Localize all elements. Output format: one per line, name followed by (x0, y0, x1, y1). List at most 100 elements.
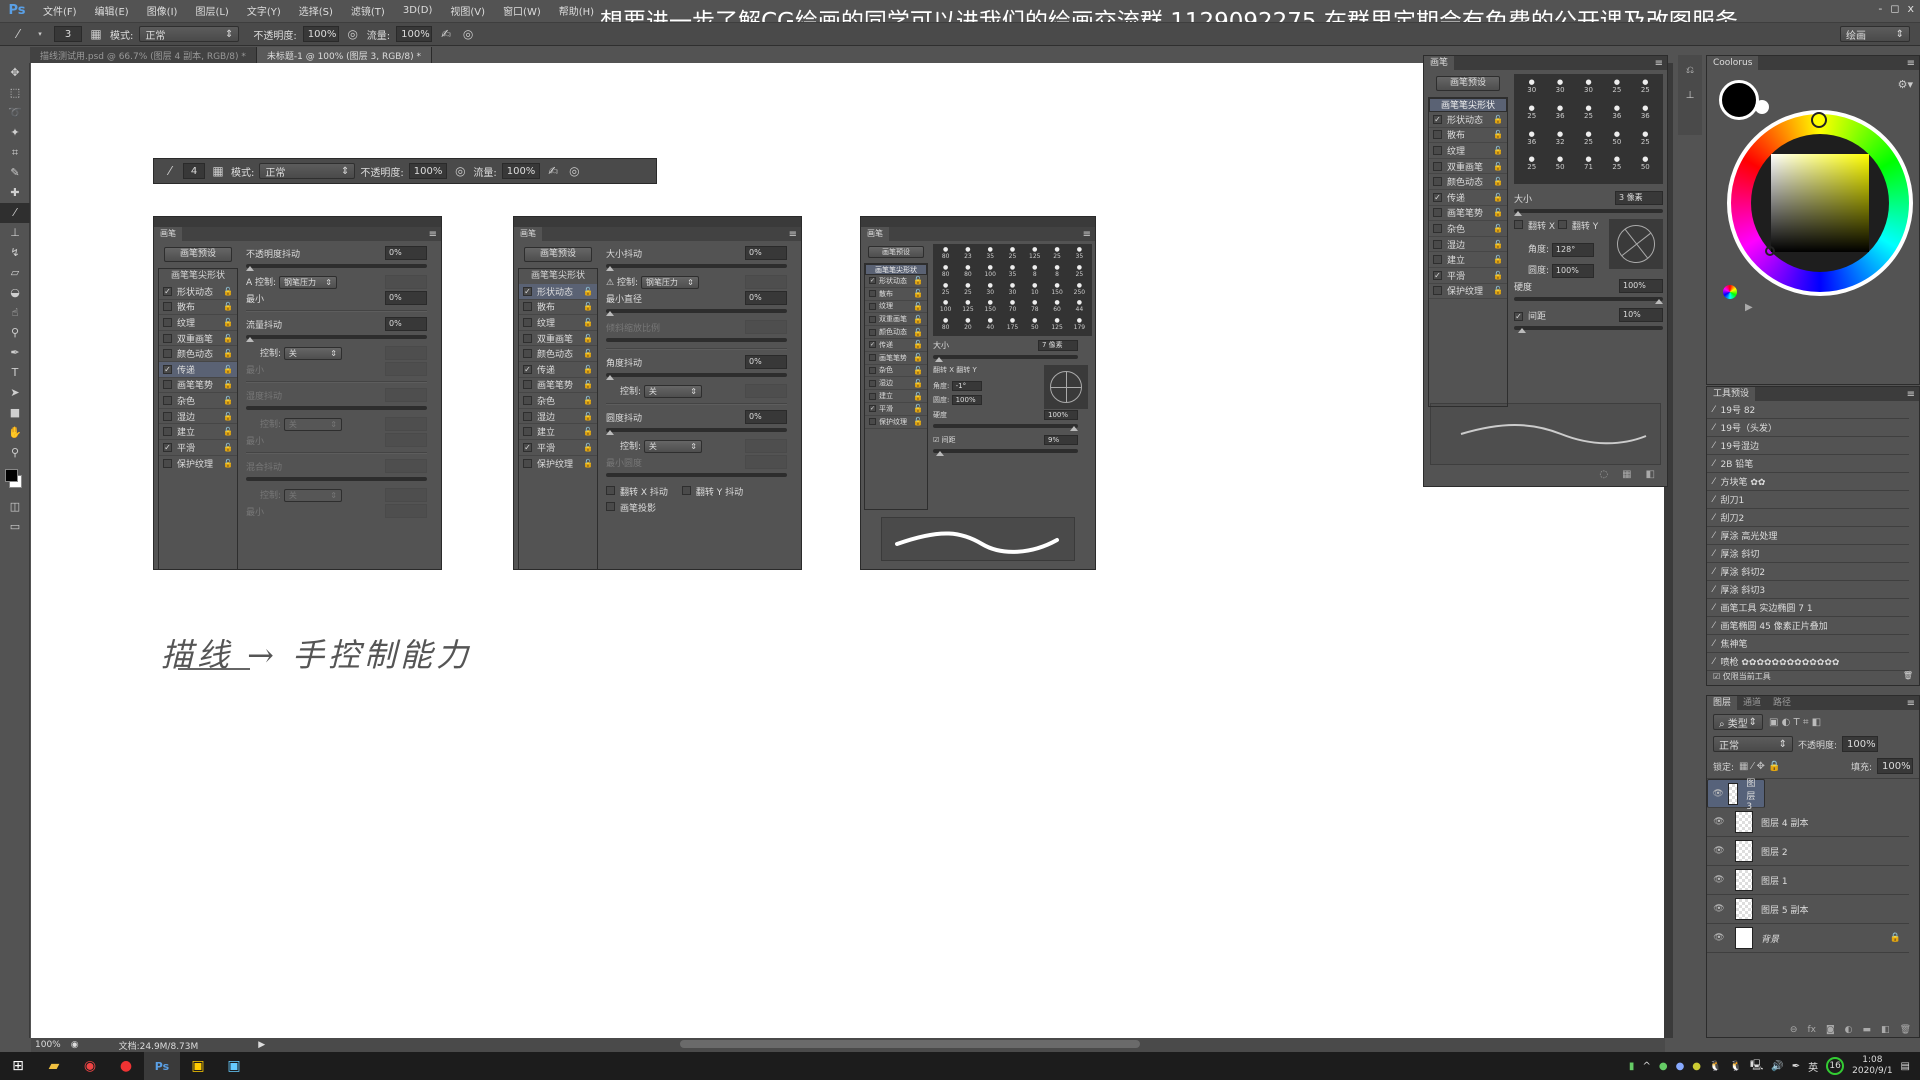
menu-image[interactable]: 图像(I) (138, 3, 187, 18)
layer-opacity-input[interactable]: 100% (1842, 736, 1879, 752)
menu-select[interactable]: 选择(S) (290, 3, 342, 18)
minimize-button[interactable]: - (1878, 2, 1882, 15)
brush-tip-cell[interactable]: ● 50 (1632, 155, 1659, 180)
clone-source-icon[interactable]: ⊥ (1678, 90, 1702, 101)
menu-3d[interactable]: 3D(D) (394, 5, 442, 16)
panel-menu-icon[interactable]: ≡ (1907, 698, 1915, 709)
coolorus-tab[interactable]: Coolorus (1707, 56, 1759, 70)
type-tool-icon[interactable]: T (0, 363, 30, 383)
brush-tip-cell[interactable]: ● 44 (1069, 299, 1090, 316)
brush-tip-cell[interactable]: ● 25 (957, 282, 978, 299)
tool-preset-item[interactable]: ⁄ 画笔椭圆 45 像素正片叠加 (1707, 617, 1909, 635)
netease-music-icon[interactable]: ● (108, 1052, 144, 1080)
tool-preset-item[interactable]: ⁄ 厚涂 斜切2 (1707, 563, 1909, 581)
size-input[interactable]: 3 像素 (1615, 191, 1663, 205)
brush-tip-cell[interactable]: ● 50 (1546, 155, 1573, 180)
pressure-size-icon[interactable]: ◎ (460, 26, 476, 42)
horizontal-scrollbar[interactable] (680, 1040, 1140, 1048)
brush-setting-item[interactable]: ✓ 平滑 🔓 (1429, 268, 1507, 284)
doc-tab-1[interactable]: 描线测试用.psd @ 66.7% (图层 4 副本, RGB/8) * (30, 47, 257, 63)
brush-tip-cell[interactable]: ● 25 (1632, 78, 1659, 103)
blend-mode-select[interactable]: 正常 ⇕ (1713, 736, 1793, 752)
tool-preset-item[interactable]: ⁄ 19号（头发） (1707, 419, 1909, 437)
brush-tip-cell[interactable]: ● 32 (1546, 130, 1573, 155)
pressure-opacity-icon[interactable]: ◎ (345, 26, 361, 42)
notification-badge[interactable]: 16 (1826, 1057, 1845, 1075)
history-panel-icon[interactable]: ⎌ (1678, 65, 1702, 76)
brush-size-picker[interactable]: 3 (54, 26, 82, 42)
spacing-slider[interactable] (1514, 326, 1663, 333)
tray-chevron-icon[interactable]: ^ (1642, 1061, 1650, 1072)
brush-setting-item[interactable]: 杂色 🔓 (1429, 221, 1507, 237)
brush-tip-cell[interactable]: ● 30 (1575, 78, 1602, 103)
brush-tip-cell[interactable]: ● 50 (1603, 130, 1630, 155)
foreground-color-swatch[interactable] (5, 469, 18, 482)
tab-paths[interactable]: 路径 (1767, 696, 1797, 710)
brush-tip-cell[interactable]: ● 125 (1024, 246, 1045, 263)
checkbox[interactable] (1433, 286, 1442, 296)
restore-button[interactable]: ◻ (1890, 2, 1899, 15)
zoom-tool-icon[interactable]: ⚲ (0, 443, 30, 463)
brush-setting-item[interactable]: 颜色动态 🔓 (1429, 174, 1507, 190)
flip-y-checkbox[interactable] (1557, 220, 1567, 229)
doc-tab-2[interactable]: 未标题-1 @ 100% (图层 3, RGB/8) * (256, 47, 433, 63)
menu-window[interactable]: 窗口(W) (494, 3, 550, 18)
brush-tip-cell[interactable]: ● 80 (935, 264, 956, 281)
brush-tip-cell[interactable]: ● 78 (1024, 299, 1045, 316)
menu-type[interactable]: 文字(Y) (238, 3, 290, 18)
brush-tip-cell[interactable]: ● 25 (1518, 155, 1545, 180)
toggle-preview-icon[interactable]: ◌ (1599, 469, 1608, 480)
app-plus-icon[interactable]: ● (1692, 1061, 1701, 1072)
tool-preset-item[interactable]: ⁄ 厚涂 斜切 (1707, 545, 1909, 563)
tool-preset-item[interactable]: ⁄ 喷枪 ✿✿✿✿✿✿✿✿✿✿✿✿✿ (1707, 653, 1909, 671)
zoom-level[interactable]: 100% (35, 1040, 61, 1050)
stamp-tool-icon[interactable]: ⊥ (0, 223, 30, 243)
brush-tool-icon[interactable]: ⁄ (10, 26, 26, 42)
visibility-eye-icon[interactable]: 👁 (1707, 817, 1731, 827)
color-wheel[interactable] (1727, 110, 1913, 296)
network-icon[interactable]: 🖳 (1750, 1058, 1763, 1075)
panel-menu-icon[interactable]: ≡ (1907, 389, 1915, 400)
layer-row[interactable]: 👁 图层 1 (1707, 866, 1909, 895)
sv-marker[interactable] (1765, 246, 1775, 256)
brush-tip-shape-item[interactable]: 画笔笔尖形状 (1429, 98, 1507, 112)
brush-tip-cell[interactable]: ● 25 (935, 282, 956, 299)
tab-channels[interactable]: 通道 (1737, 696, 1767, 710)
tool-preset-item[interactable]: ⁄ 厚涂 斜切3 (1707, 581, 1909, 599)
brush-tip-cell[interactable]: ● 30 (1546, 78, 1573, 103)
flip-x-checkbox[interactable] (1514, 220, 1523, 229)
brush-tip-cell[interactable]: ● 23 (957, 246, 978, 263)
layer-row[interactable]: 👁 图层 5 副本 (1707, 895, 1909, 924)
tool-preset-item[interactable]: ⁄ 19号 82 (1707, 401, 1909, 419)
tab-layers[interactable]: 图层 (1707, 696, 1738, 710)
menu-layer[interactable]: 图层(L) (186, 3, 237, 18)
filter-icons[interactable]: ▣ ◐ T ⌗ ◧ (1769, 717, 1821, 728)
layer-row[interactable]: 👁 图层 3 (1707, 779, 1765, 812)
checkbox[interactable] (1433, 161, 1442, 171)
brush-tip-cell[interactable]: ● 60 (1046, 299, 1067, 316)
mask-icon[interactable]: ◙ (1826, 1025, 1835, 1035)
screen-mode-icon[interactable]: ▭ (0, 517, 30, 537)
new-layer-icon[interactable]: ◧ (1881, 1025, 1890, 1035)
mode-select[interactable]: 正常 ⇕ (139, 26, 240, 42)
visibility-eye-icon[interactable]: 👁 (1707, 846, 1731, 856)
brush-setting-item[interactable]: 保护纹理 🔓 (1429, 284, 1507, 300)
chrome-icon[interactable]: ◉ (72, 1052, 108, 1080)
brush-tip-cell[interactable]: ● 71 (1575, 155, 1602, 180)
roundness-input[interactable]: 100% (1551, 264, 1594, 278)
brush-tip-cell[interactable]: ● 25 (1575, 104, 1602, 129)
close-button[interactable]: x (1907, 2, 1914, 15)
brush-tip-cell[interactable]: ● 36 (1603, 104, 1630, 129)
brush-setting-item[interactable]: 双重画笔 🔓 (1429, 159, 1507, 175)
color-swatches[interactable] (0, 463, 29, 497)
lock-icons[interactable]: ▦ ⁄ ✥ 🔒 (1739, 761, 1780, 772)
brush-setting-item[interactable]: ✓ 传递 🔓 (1429, 190, 1507, 206)
menu-filter[interactable]: 滤镜(T) (342, 3, 394, 18)
tool-presets-tab[interactable]: 工具预设 (1707, 387, 1756, 401)
qq-icon-2[interactable]: 🐧 (1729, 1061, 1741, 1072)
brush-tip-cell[interactable]: ● 30 (980, 282, 1001, 299)
qq-icon[interactable]: 🐧 (1709, 1061, 1721, 1072)
hardness-slider[interactable] (1514, 297, 1663, 304)
wechat-icon[interactable]: ● (1659, 1061, 1668, 1072)
hue-marker[interactable] (1811, 112, 1827, 128)
